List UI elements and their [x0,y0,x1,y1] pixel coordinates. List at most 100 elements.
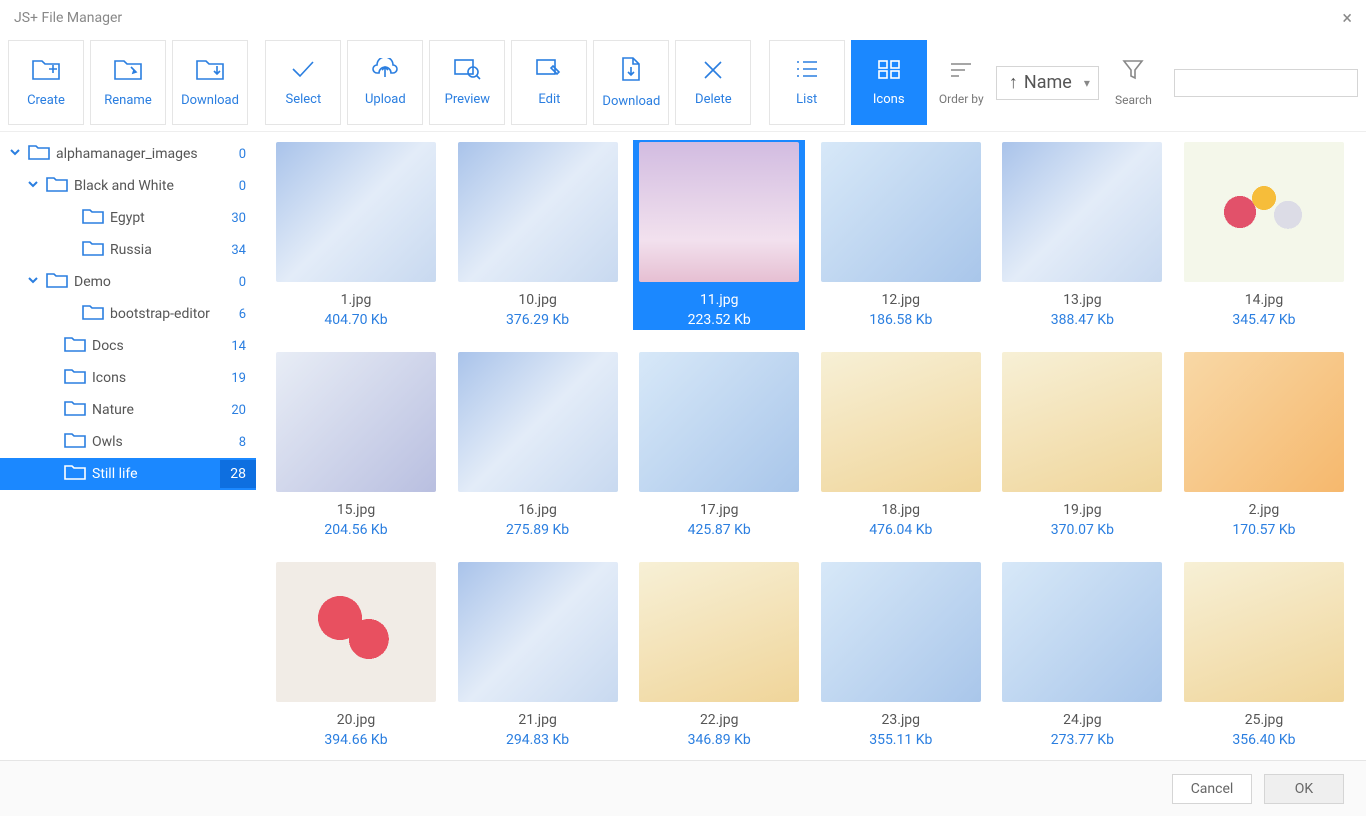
title-bar: JS+ File Manager × [0,0,1366,36]
list-view-button[interactable]: List [769,40,845,125]
tree-item-russia[interactable]: Russia34 [0,234,256,266]
cancel-button[interactable]: Cancel [1172,774,1252,804]
folder-label: Still life [92,466,138,482]
tree-item-egypt[interactable]: Egypt30 [0,202,256,234]
list-icon [794,58,820,80]
file-tile[interactable]: 23.jpg355.11 Kb [815,560,987,750]
edit-button[interactable]: Edit [511,40,587,125]
file-thumbnail [821,352,981,492]
file-tile[interactable]: 2.jpg170.57 Kb [1178,350,1350,540]
file-tile[interactable]: 15.jpg204.56 Kb [270,350,442,540]
sort-field-label: Name [1024,72,1072,93]
file-thumbnail [276,142,436,282]
rename-button[interactable]: Rename [90,40,166,125]
tree-item-still-life[interactable]: Still life28 [0,458,256,490]
preview-button[interactable]: Preview [429,40,505,125]
file-size: 275.89 Kb [506,522,569,538]
file-name: 14.jpg [1245,292,1284,308]
file-tile[interactable]: 22.jpg346.89 Kb [633,560,805,750]
file-size: 476.04 Kb [869,522,932,538]
file-thumbnail [639,562,799,702]
file-thumbnail [821,562,981,702]
folder-count: 19 [231,371,246,386]
file-name: 24.jpg [1063,712,1102,728]
file-tile[interactable]: 25.jpg356.40 Kb [1178,560,1350,750]
folder-label: Black and White [74,178,174,194]
create-button[interactable]: Create [8,40,84,125]
rename-label: Rename [104,93,151,108]
file-thumbnail [458,562,618,702]
file-name: 2.jpg [1249,502,1280,518]
file-thumbnail [639,142,799,282]
download-folder-label: Download [181,93,239,108]
upload-button[interactable]: Upload [347,40,423,125]
file-size: 273.77 Kb [1051,732,1114,748]
folder-label: Owls [92,434,123,450]
tree-item-alphamanager-images[interactable]: alphamanager_images0 [0,138,256,170]
folder-count: 30 [231,211,246,226]
tree-item-demo[interactable]: Demo0 [0,266,256,298]
delete-label: Delete [695,92,732,107]
preview-label: Preview [445,92,490,107]
file-thumbnail [1002,142,1162,282]
close-icon[interactable]: × [1342,8,1352,29]
search-label: Search [1115,93,1152,107]
file-name: 1.jpg [341,292,372,308]
file-name: 21.jpg [518,712,557,728]
sort-by-select[interactable]: ↑ Name [996,66,1099,100]
chevron-down-icon[interactable] [8,145,22,163]
tree-item-docs[interactable]: Docs14 [0,330,256,362]
chevron-down-icon[interactable] [26,273,40,291]
image-search-icon [453,58,481,80]
file-tile[interactable]: 1.jpg404.70 Kb [270,140,442,330]
folder-label: Russia [110,242,152,258]
tree-item-nature[interactable]: Nature20 [0,394,256,426]
file-tile[interactable]: 12.jpg186.58 Kb [815,140,987,330]
tree-item-black-and-white[interactable]: Black and White0 [0,170,256,202]
file-size: 223.52 Kb [688,312,751,328]
file-size: 425.87 Kb [688,522,751,538]
file-tile[interactable]: 10.jpg376.29 Kb [452,140,624,330]
tree-item-owls[interactable]: Owls8 [0,426,256,458]
select-button[interactable]: Select [265,40,341,125]
file-thumbnail [639,352,799,492]
file-name: 25.jpg [1245,712,1284,728]
select-label: Select [285,92,321,107]
file-tile[interactable]: 16.jpg275.89 Kb [452,350,624,540]
tree-item-bootstrap-editor[interactable]: bootstrap-editor6 [0,298,256,330]
download-file-button[interactable]: Download [593,40,669,125]
chevron-down-icon[interactable] [26,177,40,195]
folder-icon [76,239,110,261]
file-tile[interactable]: 17.jpg425.87 Kb [633,350,805,540]
file-tile[interactable]: 14.jpg345.47 Kb [1178,140,1350,330]
file-tile[interactable]: 19.jpg370.07 Kb [996,350,1168,540]
file-tile[interactable]: 18.jpg 476.04 Kb [815,350,987,540]
download-folder-button[interactable]: Download [172,40,248,125]
file-size: 388.47 Kb [1051,312,1114,328]
file-tile[interactable]: 11.jpg223.52 Kb [633,140,805,330]
file-tile[interactable]: 13.jpg388.47 Kb [996,140,1168,330]
file-thumbnail [1002,352,1162,492]
search-input[interactable] [1174,69,1358,97]
folder-icon [58,335,92,357]
tree-item-icons[interactable]: Icons19 [0,362,256,394]
file-size: 186.58 Kb [869,312,932,328]
file-tile[interactable]: 21.jpg294.83 Kb [452,560,624,750]
icons-view-button[interactable]: Icons [851,40,927,125]
file-name: 18.jpg [882,502,921,518]
file-tile[interactable]: 24.jpg 273.77 Kb [996,560,1168,750]
file-tile[interactable]: 20.jpg394.66 Kb [270,560,442,750]
ok-button[interactable]: OK [1264,774,1344,804]
file-thumbnail [1184,562,1344,702]
file-grid-panel[interactable]: 1.jpg404.70 Kb10.jpg376.29 Kb11.jpg223.5… [256,132,1366,760]
file-size: 355.11 Kb [869,732,932,748]
file-size: 376.29 Kb [506,312,569,328]
delete-button[interactable]: Delete [675,40,751,125]
file-thumbnail [821,142,981,282]
upload-label: Upload [365,92,406,107]
grid-icon [876,58,902,80]
folder-download-icon [195,57,225,81]
folder-count: 0 [239,275,246,290]
edit-label: Edit [538,92,560,107]
folder-label: Docs [92,338,124,354]
